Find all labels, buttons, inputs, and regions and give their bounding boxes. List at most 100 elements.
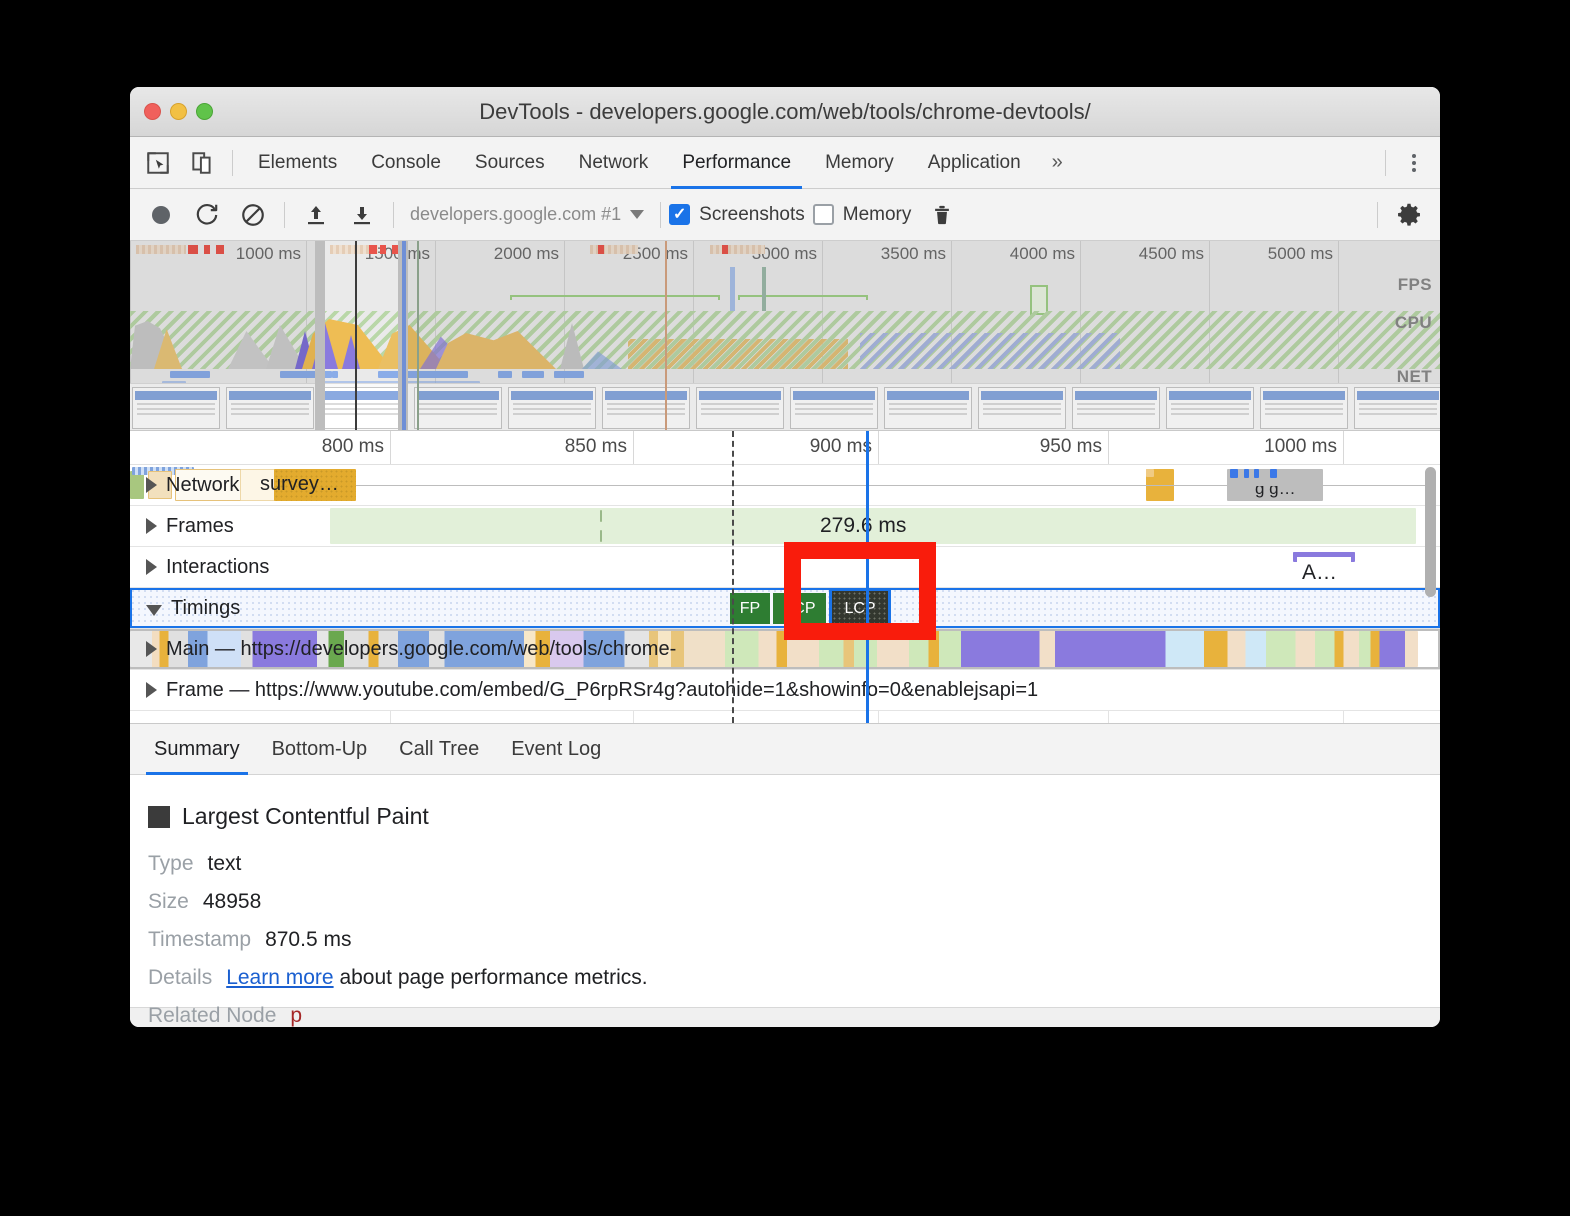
- tab-label: Network: [578, 151, 649, 173]
- related-node-value[interactable]: p: [290, 1004, 302, 1027]
- learn-more-link[interactable]: Learn more: [226, 966, 333, 989]
- perf-toolbar-divider-4: [1377, 201, 1378, 228]
- chevron-right-double-icon: »: [1051, 151, 1063, 173]
- flame-tick-label: 850 ms: [564, 436, 627, 457]
- tab-label: Performance: [682, 151, 792, 173]
- flame-chart-ruler: ms 800 ms 850 ms 900 ms 950 ms 1000 ms: [130, 431, 1440, 465]
- chevron-right-icon[interactable]: [146, 477, 157, 493]
- screenshots-label: Screenshots: [699, 203, 805, 225]
- flame-tick-label: 900 ms: [809, 436, 872, 457]
- perf-toolbar-divider-2: [393, 201, 394, 228]
- flame-scrollbar-upper[interactable]: [1425, 467, 1436, 597]
- summary-row-type: Type text: [148, 852, 1440, 876]
- window-title: DevTools - developers.google.com/web/too…: [479, 98, 1091, 124]
- timeline-overview[interactable]: 500 ms 1000 ms 1500 ms 2000 ms 2500 ms 3…: [130, 241, 1440, 431]
- track-network[interactable]: g g… Network survey…: [130, 465, 1440, 506]
- details-suffix: about page performance metrics.: [339, 966, 648, 989]
- chevron-right-icon[interactable]: [146, 518, 157, 534]
- save-profile-icon[interactable]: [339, 192, 385, 238]
- summary-panel: Largest Contentful Paint Type text Size …: [130, 775, 1440, 1027]
- summary-row-size: Size 48958: [148, 890, 1440, 914]
- network-bar-label: survey…: [260, 473, 339, 495]
- delete-icon[interactable]: [919, 192, 965, 238]
- record-circle-icon[interactable]: [138, 192, 184, 238]
- performance-toolbar: developers.google.com #1 Screenshots Mem…: [130, 189, 1440, 241]
- perf-toolbar-divider-1: [284, 201, 285, 228]
- tab-event-log[interactable]: Event Log: [495, 723, 617, 775]
- gear-icon[interactable]: [1386, 192, 1432, 238]
- timing-marker-label: LCP: [844, 599, 876, 617]
- close-window-button[interactable]: [144, 103, 161, 120]
- track-frame-youtube[interactable]: Frame — https://www.youtube.com/embed/G_…: [130, 670, 1440, 711]
- overview-window-right-shade[interactable]: [408, 241, 1440, 430]
- timing-marker-fcp[interactable]: FCP: [773, 593, 826, 624]
- tab-label: Event Log: [511, 737, 602, 760]
- timeline-playhead[interactable]: [866, 431, 869, 723]
- tab-application[interactable]: Application: [911, 137, 1038, 189]
- interaction-label: A…: [1302, 561, 1338, 584]
- tab-call-tree[interactable]: Call Tree: [383, 723, 495, 775]
- perf-toolbar-divider-3: [660, 201, 662, 228]
- tab-label: Application: [927, 151, 1021, 173]
- summary-key: Related Node: [148, 1004, 277, 1027]
- track-title-interactions[interactable]: Interactions: [140, 547, 269, 587]
- minimize-window-button[interactable]: [170, 103, 187, 120]
- timing-marker-label: FCP: [783, 599, 816, 617]
- track-frames[interactable]: 279.6 ms Frames: [130, 506, 1440, 547]
- window-title-bar: DevTools - developers.google.com/web/too…: [130, 87, 1440, 137]
- summary-key: Type: [148, 852, 194, 875]
- flame-tick-label: 1000 ms: [1264, 436, 1337, 457]
- track-timings[interactable]: Timings FP FCP LCP: [130, 588, 1440, 629]
- chevron-down-icon[interactable]: [146, 604, 162, 616]
- load-profile-icon[interactable]: [293, 192, 339, 238]
- event-color-swatch: [148, 805, 170, 828]
- zoom-window-button[interactable]: [196, 103, 213, 120]
- tab-label: Memory: [825, 151, 894, 173]
- flame-tick-label: 800 ms: [321, 436, 384, 457]
- traffic-lights: [144, 103, 213, 120]
- memory-label: Memory: [842, 203, 912, 225]
- flame-chart[interactable]: ms 800 ms 850 ms 900 ms 950 ms 1000 ms: [130, 431, 1440, 723]
- chevron-right-icon[interactable]: [146, 559, 157, 575]
- summary-row-details: Details Learn more about page performanc…: [148, 966, 1440, 990]
- track-label: Timings: [171, 596, 241, 619]
- chevron-right-icon[interactable]: [146, 682, 157, 698]
- tab-sources[interactable]: Sources: [458, 137, 562, 189]
- memory-checkbox[interactable]: Memory: [812, 203, 912, 226]
- device-toolbar-icon[interactable]: [180, 141, 224, 185]
- reload-and-record-icon[interactable]: [184, 192, 230, 238]
- track-title-frames[interactable]: Frames: [140, 506, 234, 546]
- tab-performance[interactable]: Performance: [665, 137, 808, 189]
- overview-window-left-shade[interactable]: [130, 241, 315, 430]
- track-title-main[interactable]: Main — https://developers.google.com/web…: [140, 629, 676, 669]
- tab-bottom-up[interactable]: Bottom-Up: [256, 723, 384, 775]
- overview-marker-green: [417, 241, 419, 430]
- tab-network[interactable]: Network: [562, 137, 666, 189]
- flame-tick-label: 950 ms: [1039, 436, 1102, 457]
- track-label: Main — https://developers.google.com/web…: [166, 637, 677, 660]
- timing-marker-lcp[interactable]: LCP: [832, 591, 888, 626]
- tab-label: Console: [371, 151, 441, 173]
- chevron-right-icon[interactable]: [146, 641, 157, 657]
- overview-window-left-handle[interactable]: [315, 241, 325, 430]
- inspect-cursor-icon[interactable]: [136, 141, 180, 185]
- timing-marker-fp[interactable]: FP: [730, 593, 770, 624]
- tab-console[interactable]: Console: [354, 137, 458, 189]
- tab-label: Summary: [154, 737, 240, 760]
- tab-elements[interactable]: Elements: [241, 137, 354, 189]
- devtools-window: DevTools - developers.google.com/web/too…: [130, 87, 1440, 1027]
- overview-marker-blue: [402, 241, 406, 430]
- screenshots-checkbox[interactable]: Screenshots: [669, 204, 805, 226]
- tab-summary[interactable]: Summary: [138, 723, 256, 775]
- track-main[interactable]: Main — https://developers.google.com/web…: [130, 629, 1440, 670]
- tab-label: Call Tree: [399, 737, 480, 760]
- track-title-frame-youtube[interactable]: Frame — https://www.youtube.com/embed/G_…: [140, 670, 1038, 710]
- tab-memory[interactable]: Memory: [808, 137, 911, 189]
- kebab-menu-icon[interactable]: [1394, 141, 1434, 185]
- track-title-timings[interactable]: Timings: [140, 588, 240, 628]
- track-interactions[interactable]: A… Interactions: [130, 547, 1440, 588]
- clear-recording-icon[interactable]: [230, 192, 276, 238]
- more-tabs-button[interactable]: »: [1038, 137, 1077, 189]
- track-title-network[interactable]: Network: [140, 465, 239, 505]
- recording-target-select[interactable]: developers.google.com #1: [402, 204, 652, 225]
